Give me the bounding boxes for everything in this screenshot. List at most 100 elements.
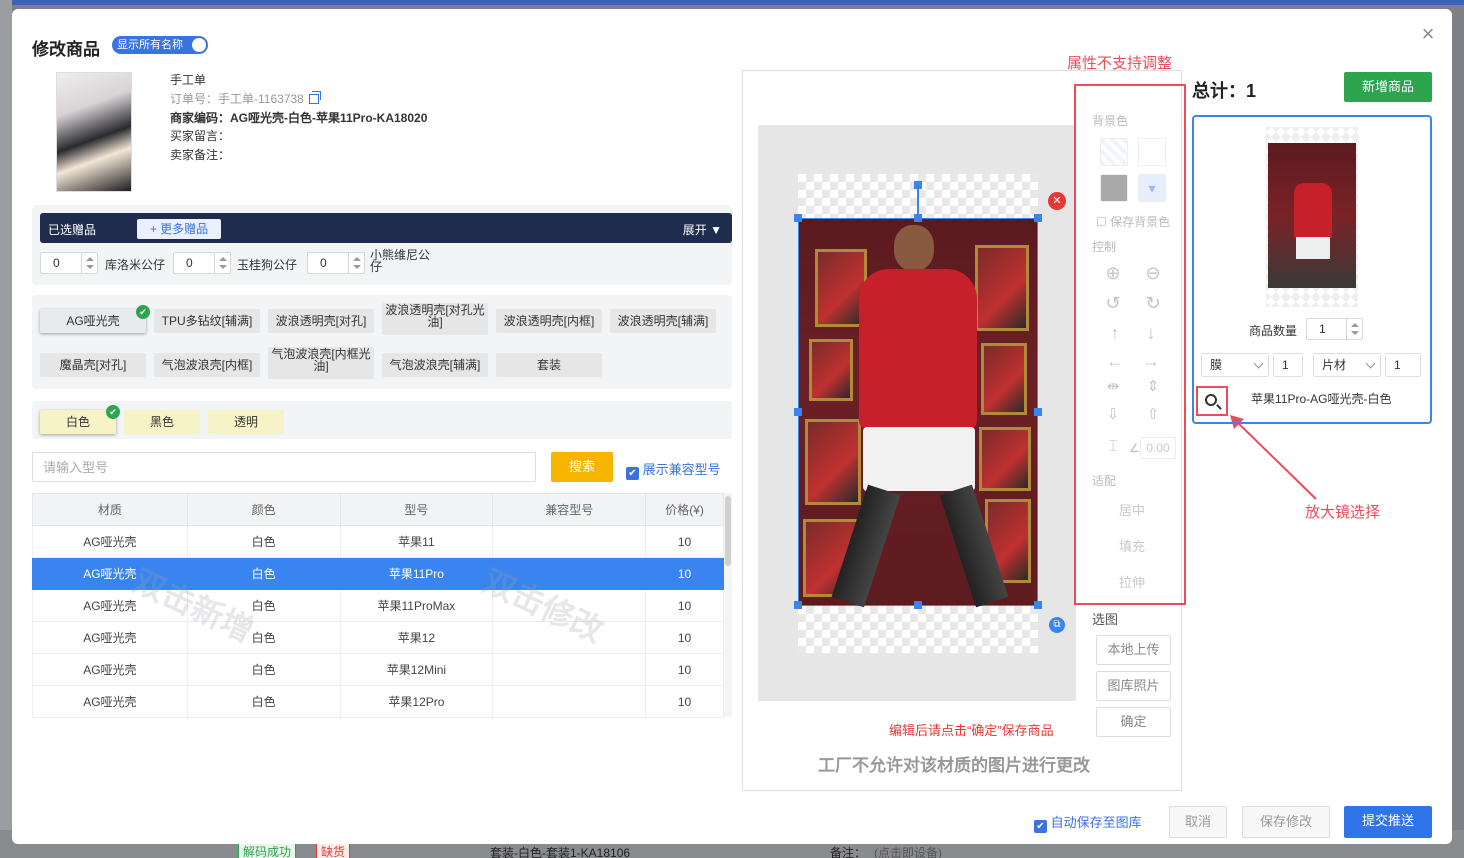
resize-handle[interactable] xyxy=(1034,408,1042,416)
table-row[interactable]: AG哑光壳 白色 苹果11 10 xyxy=(32,525,724,558)
photo-frame xyxy=(979,427,1031,491)
search-icon xyxy=(1205,394,1217,406)
selected-gifts-label: 已选赠品 xyxy=(48,223,97,237)
move-up-icon[interactable]: ↑ xyxy=(1103,321,1127,345)
model-table: 材质 颜色 型号 兼容型号 价格(¥) AG哑光壳 白色 苹果11 10 AG哑光壳白… xyxy=(32,493,724,718)
color-chip-white[interactable]: 白色 xyxy=(40,410,116,434)
checkbox-checked-icon[interactable]: ✔ xyxy=(1034,820,1047,833)
layer-down-icon[interactable]: ⇩ xyxy=(1101,403,1125,427)
sheet-select[interactable]: 片材 xyxy=(1313,353,1381,377)
gift-qty-stepper-3[interactable]: 0 xyxy=(307,252,365,274)
bg-swatch-gray[interactable] xyxy=(1100,174,1128,202)
table-row[interactable]: AG哑光壳 白色 苹果12 10 xyxy=(32,621,724,654)
rotate-handle[interactable] xyxy=(914,181,922,189)
toggle-knob xyxy=(192,38,206,52)
material-chip-tpu[interactable]: TPU多钻纹[辅满] xyxy=(154,309,260,333)
layer-up-icon[interactable]: ⇧ xyxy=(1141,403,1165,427)
material-chip-crystal[interactable]: 魔晶壳[对孔] xyxy=(40,353,146,377)
background-product-text: 套装-白色-套装1-KA18106 xyxy=(490,846,631,858)
film-select[interactable]: 膜 xyxy=(1201,353,1269,377)
product-qty-stepper[interactable]: 1 xyxy=(1306,318,1363,340)
angle-input[interactable]: 0.00 xyxy=(1140,437,1176,459)
expand-button[interactable]: 展开 ▼ xyxy=(683,221,722,238)
gift-bar: 已选赠品 + 更多赠品 展开 ▼ xyxy=(40,213,732,243)
bg-swatch-transparent[interactable] xyxy=(1100,138,1128,166)
material-chip-ag[interactable]: AG哑光壳 xyxy=(40,309,146,333)
rotate-left-icon[interactable]: ↺ xyxy=(1101,291,1125,315)
close-icon[interactable]: × xyxy=(1418,23,1438,45)
stepper-arrows-icon[interactable] xyxy=(214,253,230,273)
model-search-input[interactable] xyxy=(32,452,536,482)
chevron-down-icon xyxy=(1365,358,1376,369)
material-chip-wave-full[interactable]: 波浪透明壳[辅满] xyxy=(610,309,716,333)
stepper-arrows-icon[interactable] xyxy=(348,253,364,273)
product-card-image[interactable] xyxy=(1266,127,1358,307)
bg-swatch-white[interactable] xyxy=(1138,138,1166,166)
copy-layer-icon[interactable]: ⧉ xyxy=(1049,617,1065,633)
photo-frame xyxy=(981,343,1027,415)
auto-save-checkbox[interactable]: ✔ 自动保存至图库 xyxy=(1034,812,1142,833)
copy-icon[interactable] xyxy=(308,91,321,104)
move-right-icon[interactable]: → xyxy=(1139,349,1163,373)
add-product-button[interactable]: 新增商品 xyxy=(1344,72,1432,102)
resize-handle[interactable] xyxy=(794,408,802,416)
material-chip-wave-frame[interactable]: 波浪透明壳[内框] xyxy=(496,309,602,333)
checkbox-checked-icon[interactable]: ✔ xyxy=(626,467,639,480)
resize-handle[interactable] xyxy=(914,601,922,609)
search-button[interactable]: 搜索 xyxy=(551,452,613,482)
cancel-button[interactable]: 取消 xyxy=(1169,806,1227,838)
resize-handle[interactable] xyxy=(914,214,922,222)
confirm-button[interactable]: 确定 xyxy=(1096,707,1171,737)
material-chip-bubble-frame[interactable]: 气泡波浪壳[内框] xyxy=(154,353,260,377)
fill-button[interactable]: 填充 xyxy=(1096,533,1168,561)
status-badge-decoded: 解码成功 xyxy=(238,842,297,858)
stretch-button[interactable]: 拉伸 xyxy=(1096,569,1168,597)
local-upload-button[interactable]: 本地上传 xyxy=(1096,635,1171,665)
annotation-arrow xyxy=(1230,415,1317,500)
resize-handle[interactable] xyxy=(1034,601,1042,609)
bg-swatch-custom-icon[interactable]: ▾ xyxy=(1138,174,1166,202)
stepper-arrows-icon[interactable] xyxy=(1346,319,1362,339)
column-header: 价格(¥) xyxy=(645,493,724,526)
column-header: 材质 xyxy=(32,493,188,526)
film-qty-input[interactable]: 1 xyxy=(1273,353,1303,377)
show-compat-checkbox[interactable]: ✔ 展示兼容型号 xyxy=(626,459,721,480)
submit-push-button[interactable]: 提交推送 xyxy=(1344,806,1432,838)
move-left-icon[interactable]: ← xyxy=(1103,349,1127,373)
material-chip-bubble-frame-gloss[interactable]: 气泡波浪壳[内框光油] xyxy=(268,347,374,379)
sheet-qty-input[interactable]: 1 xyxy=(1385,353,1421,377)
material-chip-bubble-full[interactable]: 气泡波浪壳[辅满] xyxy=(382,353,488,377)
color-chip-black[interactable]: 黑色 xyxy=(124,410,200,434)
more-gifts-button[interactable]: + 更多赠品 xyxy=(137,219,221,239)
save-changes-button[interactable]: 保存修改 xyxy=(1242,806,1330,838)
show-names-toggle[interactable]: 显示所有名称 xyxy=(112,36,208,54)
stepper-arrows-icon[interactable] xyxy=(81,253,97,273)
move-down-icon[interactable]: ↓ xyxy=(1139,321,1163,345)
toggle-label: 显示所有名称 xyxy=(117,39,183,51)
delete-image-icon[interactable]: ✕ xyxy=(1048,192,1066,210)
resize-handle[interactable] xyxy=(794,601,802,609)
material-chip-wave-hole-gloss[interactable]: 波浪透明壳[对孔光油] xyxy=(382,303,488,335)
gift-qty-stepper-1[interactable]: 0 xyxy=(40,252,98,274)
save-bg-checkbox[interactable]: ☐ 保存背景色 xyxy=(1096,213,1170,230)
table-row[interactable]: AG哑光壳 白色 苹果12Pro 10 xyxy=(32,685,724,718)
flip-vertical-icon[interactable]: ⇕ xyxy=(1141,375,1165,399)
material-chip-wave-hole[interactable]: 波浪透明壳[对孔] xyxy=(268,309,374,333)
table-scrollbar-thumb[interactable] xyxy=(725,496,731,566)
rotate-right-icon[interactable]: ↻ xyxy=(1141,291,1165,315)
gift-qty-stepper-2[interactable]: 0 xyxy=(173,252,231,274)
design-image[interactable] xyxy=(798,218,1038,608)
zoom-out-icon[interactable]: ⊖ xyxy=(1141,261,1165,285)
color-chip-clear[interactable]: 透明 xyxy=(208,410,284,434)
text-height-icon[interactable]: ⌶ xyxy=(1101,435,1125,459)
gallery-photos-button[interactable]: 图库照片 xyxy=(1096,671,1171,701)
order-product-thumbnail[interactable] xyxy=(56,72,132,192)
flip-horizontal-icon[interactable]: ⇹ xyxy=(1101,375,1125,399)
magnifier-button[interactable] xyxy=(1196,386,1228,416)
material-chip-set[interactable]: 套装 xyxy=(496,353,602,377)
table-row[interactable]: AG哑光壳 白色 苹果12Mini 10 xyxy=(32,653,724,686)
resize-handle[interactable] xyxy=(794,214,802,222)
resize-handle[interactable] xyxy=(1034,214,1042,222)
center-button[interactable]: 居中 xyxy=(1096,497,1168,525)
zoom-in-icon[interactable]: ⊕ xyxy=(1101,261,1125,285)
